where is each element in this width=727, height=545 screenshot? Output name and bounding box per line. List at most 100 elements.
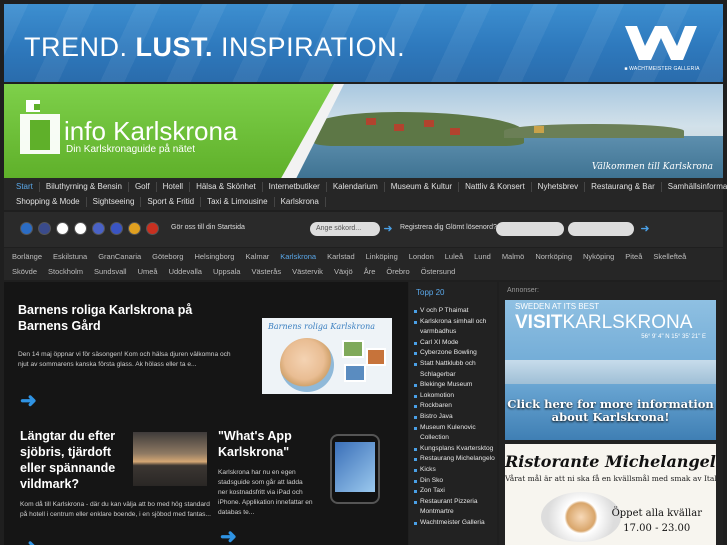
city-link-grancanaria[interactable]: GranCanaria xyxy=(98,252,141,261)
top20-item[interactable]: Bistro Java xyxy=(413,412,497,423)
city-link-norrköping[interactable]: Norrköping xyxy=(535,252,572,261)
top20-item[interactable]: Cyberzone Bowling xyxy=(413,348,497,359)
nav-item-restaurang-bar[interactable]: Restaurang & Bar xyxy=(585,182,662,192)
top20-item[interactable]: Zon Taxi xyxy=(413,486,497,497)
top20-item[interactable]: Museum Kulenovic Collection xyxy=(413,423,497,444)
register-forgot-password-link[interactable]: Registrera dig Glömt lösenord? xyxy=(400,224,497,231)
top20-item[interactable]: Wachtmeister Galleria xyxy=(413,518,497,529)
city-link-umeå[interactable]: Umeå xyxy=(138,267,158,276)
top20-item[interactable]: Lokomotion xyxy=(413,391,497,402)
city-link-eskilstuna[interactable]: Eskilstuna xyxy=(53,252,87,261)
nav-item-sport-fritid[interactable]: Sport & Fritid xyxy=(141,197,202,207)
city-link-örebro[interactable]: Örebro xyxy=(386,267,409,276)
search-input[interactable]: Ange sökord... xyxy=(310,222,380,236)
sunset-sea-image[interactable] xyxy=(133,432,207,486)
germany-flag-icon[interactable] xyxy=(146,222,159,235)
header-logo-green[interactable]: info Karlskrona Din Karlskronaguide på n… xyxy=(4,84,334,178)
ad1-brand-karlskrona: KARLSKRONA xyxy=(562,312,693,333)
top20-item[interactable]: Restaurang Michelangelo xyxy=(413,454,497,465)
article-card[interactable]: Längtar du efter sjöbris, tjärdoft eller… xyxy=(20,428,211,520)
nav-item-taxi-limousine[interactable]: Taxi & Limousine xyxy=(201,197,275,207)
japan-flag-icon[interactable] xyxy=(74,222,87,235)
sweden-flag-icon[interactable] xyxy=(20,222,33,235)
ad1-click-text[interactable]: Click here for more information about Ka… xyxy=(505,398,716,424)
nav-item-biluthyrning-bensin[interactable]: Biluthyrning & Bensin xyxy=(40,182,129,192)
iphone-screen xyxy=(335,442,375,492)
top20-item[interactable]: Blekinge Museum xyxy=(413,380,497,391)
city-link-kalmar[interactable]: Kalmar xyxy=(245,252,269,261)
city-link-linköping[interactable]: Linköping xyxy=(366,252,398,261)
nav-item-shopping-mode[interactable]: Shopping & Mode xyxy=(10,197,87,207)
article-title[interactable]: "What's App Karlskrona" xyxy=(218,428,318,460)
visit-karlskrona-ad[interactable]: SWEDEN AT ITS BEST VISITKARLSKRONA 56° 9… xyxy=(505,300,716,440)
city-link-göteborg[interactable]: Göteborg xyxy=(152,252,183,261)
nav-item-museum-kultur[interactable]: Museum & Kultur xyxy=(385,182,460,192)
city-link-skellefteå[interactable]: Skellefteå xyxy=(653,252,686,261)
top20-item[interactable]: V och P Thaimat xyxy=(413,306,497,317)
login-submit-arrow-icon[interactable]: ➜ xyxy=(639,223,651,235)
nav-item-hotell[interactable]: Hotell xyxy=(157,182,191,192)
nav-item-samhällsinformation[interactable]: Samhällsinformation xyxy=(662,182,727,192)
username-field[interactable] xyxy=(496,222,564,236)
nav-item-golf[interactable]: Golf xyxy=(129,182,157,192)
city-link-uppsala[interactable]: Uppsala xyxy=(213,267,241,276)
city-link-london[interactable]: London xyxy=(409,252,434,261)
city-link-karlskrona[interactable]: Karlskrona xyxy=(280,252,316,261)
nav-item-internetbutiker[interactable]: Internetbutiker xyxy=(263,182,327,192)
search-submit-arrow-icon[interactable]: ➜ xyxy=(382,223,394,235)
barnens-gard-image[interactable]: Barnens roliga Karlskrona xyxy=(262,318,392,394)
nav-item-karlskrona[interactable]: Karlskrona xyxy=(275,197,326,207)
city-link-stockholm[interactable]: Stockholm xyxy=(48,267,83,276)
city-link-nyköping[interactable]: Nyköping xyxy=(583,252,614,261)
city-link-malmö[interactable]: Malmö xyxy=(502,252,525,261)
michelangelo-ad[interactable]: Ristorante Michelangelo Vårat mål är att… xyxy=(505,444,716,545)
finland-flag-icon[interactable] xyxy=(56,222,69,235)
top20-item[interactable]: Carl XI Mode xyxy=(413,338,497,349)
city-link-västervik[interactable]: Västervik xyxy=(292,267,323,276)
read-more-arrow-icon[interactable]: ➜ xyxy=(220,527,237,545)
city-link-piteå[interactable]: Piteå xyxy=(625,252,642,261)
article-title[interactable]: Barnens roliga Karlskrona på Barnens Går… xyxy=(18,302,238,334)
top20-item[interactable]: Statt Nattklubb och Schlagerbar xyxy=(413,359,497,380)
top20-item[interactable]: Karlskrona simhall och varmbadhus xyxy=(413,317,497,338)
spain-flag-icon[interactable] xyxy=(128,222,141,235)
nav-item-sightseeing[interactable]: Sightseeing xyxy=(87,197,142,207)
article-card[interactable]: Barnens roliga Karlskrona på Barnens Går… xyxy=(18,302,238,370)
city-link-luleå[interactable]: Luleå xyxy=(445,252,463,261)
city-link-helsingborg[interactable]: Helsingborg xyxy=(194,252,234,261)
nav-item-nyhetsbrev[interactable]: Nyhetsbrev xyxy=(532,182,586,192)
city-link-växjö[interactable]: Växjö xyxy=(334,267,353,276)
nav-item-start[interactable]: Start xyxy=(10,182,40,192)
city-link-borlänge[interactable]: Borlänge xyxy=(12,252,42,261)
article-title[interactable]: Längtar du efter sjöbris, tjärdoft eller… xyxy=(20,428,124,492)
site-logo-title: info Karlskrona xyxy=(64,116,238,146)
city-link-västerås[interactable]: Västerås xyxy=(251,267,281,276)
uk-flag-icon[interactable] xyxy=(38,222,51,235)
city-link-karlstad[interactable]: Karlstad xyxy=(327,252,355,261)
iphone-app-image[interactable] xyxy=(318,432,392,504)
city-link-uddevalla[interactable]: Uddevalla xyxy=(169,267,202,276)
russia-flag-icon[interactable] xyxy=(92,222,105,235)
nav-item-hälsa-skönhet[interactable]: Hälsa & Skönhet xyxy=(190,182,263,192)
nav-item-nattliv-konsert[interactable]: Nattliv & Konsert xyxy=(459,182,532,192)
top20-item[interactable]: Din Sko xyxy=(413,476,497,487)
city-link-skövde[interactable]: Skövde xyxy=(12,267,37,276)
make-startpage-link[interactable]: Gör oss till din Startsida xyxy=(171,224,245,231)
password-field[interactable] xyxy=(568,222,634,236)
top20-item[interactable]: Restaurant Pizzeria Montmartre xyxy=(413,497,497,518)
france-flag-icon[interactable] xyxy=(110,222,123,235)
top-banner-ad[interactable]: TREND. LUST. INSPIRATION. ■ WACHTMEISTER… xyxy=(4,4,723,82)
read-more-arrow-icon[interactable]: ➜ xyxy=(20,537,37,545)
city-link-sundsvall[interactable]: Sundsvall xyxy=(94,267,127,276)
city-link-lund[interactable]: Lund xyxy=(474,252,491,261)
top20-list: V och P Thaimat Karlskrona simhall och va… xyxy=(413,306,497,528)
top20-item[interactable]: Kicks xyxy=(413,465,497,476)
top20-item[interactable]: Rockbaren xyxy=(413,401,497,412)
article-card[interactable]: "What's App Karlskrona" Karlskrona har n… xyxy=(218,428,318,518)
nav-item-kalendarium[interactable]: Kalendarium xyxy=(327,182,385,192)
top20-item[interactable]: Kungsplans Kvartersktog xyxy=(413,444,497,455)
city-link-östersund[interactable]: Östersund xyxy=(421,267,456,276)
city-link-åre[interactable]: Åre xyxy=(364,267,376,276)
read-more-arrow-icon[interactable]: ➜ xyxy=(20,391,37,411)
top20-sidebar: Topp 20 V och P Thaimat Karlskrona simhal… xyxy=(409,282,497,545)
